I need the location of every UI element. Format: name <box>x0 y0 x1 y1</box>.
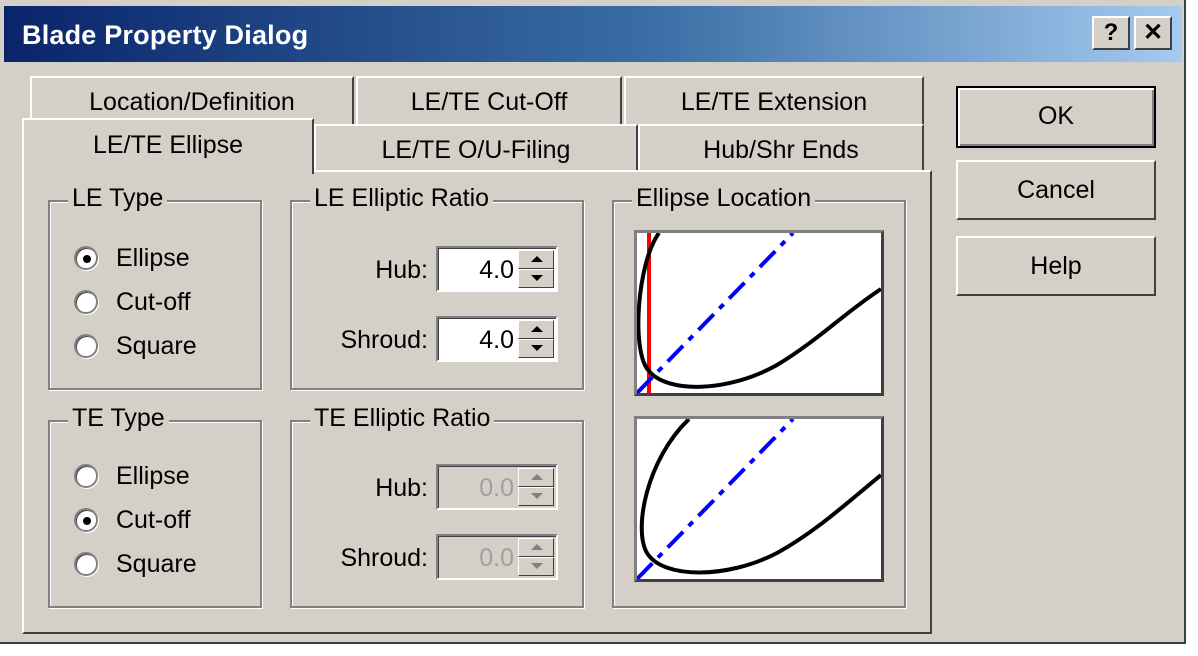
ok-button[interactable]: OK <box>956 86 1156 148</box>
ok-label: OK <box>1037 102 1075 130</box>
tab-le-te-extension[interactable]: LE/TE Extension <box>624 76 924 130</box>
close-button[interactable]: ✕ <box>1134 16 1172 50</box>
tab-label: LE/TE O/U-Filing <box>381 136 571 164</box>
te-ellipse-preview <box>634 416 884 582</box>
le-shroud-value: 4.0 <box>479 326 514 354</box>
chevron-down-icon <box>531 345 543 351</box>
radio-unchecked-icon <box>74 552 98 576</box>
le-type-ellipse-radio[interactable]: Ellipse <box>74 238 190 278</box>
chevron-up-icon <box>531 474 543 480</box>
radio-label: Cut-off <box>116 505 191 534</box>
le-type-square-radio[interactable]: Square <box>74 326 197 366</box>
tab-label: Location/Definition <box>89 88 295 116</box>
help-titlebar-button[interactable]: ? <box>1092 16 1130 50</box>
te-type-title: TE Type <box>68 404 169 433</box>
te-type-cut-off-radio[interactable]: Cut-off <box>74 500 191 540</box>
window-title: Blade Property Dialog <box>22 20 309 50</box>
le-shroud-spinbox[interactable]: 4.0 <box>436 316 558 362</box>
le-ellipse-graphic <box>635 231 883 395</box>
te-shroud-spinbox: 0.0 <box>436 534 558 580</box>
te-hub-spinbox: 0.0 <box>436 464 558 510</box>
chevron-down-icon <box>531 563 543 569</box>
le-type-title: LE Type <box>68 184 168 213</box>
cancel-button[interactable]: Cancel <box>956 160 1156 220</box>
spin-down-button[interactable] <box>518 339 554 358</box>
le-hub-label: Hub: <box>375 256 428 284</box>
radio-checked-icon <box>74 508 98 532</box>
close-icon: ✕ <box>1142 19 1164 46</box>
radio-label: Ellipse <box>116 243 190 272</box>
spin-down-button <box>518 487 554 506</box>
te-type-ellipse-radio[interactable]: Ellipse <box>74 456 190 496</box>
chevron-up-icon <box>531 326 543 332</box>
help-button[interactable]: Help <box>956 236 1156 296</box>
tab-hub-shr-ends[interactable]: Hub/Shr Ends <box>638 124 924 172</box>
spin-down-button <box>518 557 554 576</box>
te-elliptic-ratio-group: TE Elliptic Ratio Hub: 0.0 Shroud: 0.0 <box>290 404 584 608</box>
radio-checked-icon <box>74 246 98 270</box>
tab-le-te-ellipse[interactable]: LE/TE Ellipse <box>22 118 314 174</box>
tab-le-te-ou-filing[interactable]: LE/TE O/U-Filing <box>314 124 638 172</box>
le-elliptic-ratio-group: LE Elliptic Ratio Hub: 4.0 Shroud: 4.0 <box>290 184 584 390</box>
te-type-group: TE Type Ellipse Cut-off Square <box>48 404 262 608</box>
te-elliptic-ratio-title: TE Elliptic Ratio <box>310 404 495 433</box>
radio-label: Cut-off <box>116 287 191 316</box>
te-hub-value: 0.0 <box>479 474 514 502</box>
radio-unchecked-icon <box>74 464 98 488</box>
radio-label: Square <box>116 331 197 360</box>
te-ellipse-graphic <box>635 417 883 581</box>
tab-panel-le-te-ellipse: LE Type Ellipse Cut-off Square TE Type E… <box>22 170 932 634</box>
te-shroud-label: Shroud: <box>340 544 428 572</box>
radio-unchecked-icon <box>74 290 98 314</box>
le-shroud-label: Shroud: <box>340 326 428 354</box>
ellipse-location-group: Ellipse Location <box>612 184 906 608</box>
blade-property-dialog: Blade Property Dialog ? ✕ Location/Defin… <box>0 0 1186 644</box>
le-ellipse-preview <box>634 230 884 396</box>
blade-curve <box>636 231 883 389</box>
le-elliptic-ratio-title: LE Elliptic Ratio <box>310 184 494 213</box>
spin-up-button[interactable] <box>518 250 554 269</box>
question-mark-icon: ? <box>1103 19 1119 46</box>
tab-le-te-cut-off[interactable]: LE/TE Cut-Off <box>356 76 622 130</box>
chevron-down-icon <box>531 493 543 499</box>
ellipse-location-title: Ellipse Location <box>632 184 816 213</box>
radio-label: Square <box>116 549 197 578</box>
spin-up-button <box>518 468 554 487</box>
tab-label: Hub/Shr Ends <box>703 136 859 164</box>
radio-unchecked-icon <box>74 334 98 358</box>
te-hub-label: Hub: <box>375 474 428 502</box>
spin-up-button <box>518 538 554 557</box>
cancel-label: Cancel <box>1017 176 1095 204</box>
le-type-cut-off-radio[interactable]: Cut-off <box>74 282 191 322</box>
radio-label: Ellipse <box>116 461 190 490</box>
blade-curve <box>639 417 883 575</box>
le-hub-value: 4.0 <box>479 256 514 284</box>
title-bar[interactable]: Blade Property Dialog ? ✕ <box>4 6 1182 62</box>
le-type-group: LE Type Ellipse Cut-off Square <box>48 184 262 390</box>
te-type-square-radio[interactable]: Square <box>74 544 197 584</box>
le-hub-spinbox[interactable]: 4.0 <box>436 246 558 292</box>
tab-label: LE/TE Ellipse <box>92 131 244 159</box>
help-label: Help <box>1030 252 1082 280</box>
chevron-down-icon <box>531 275 543 281</box>
spin-down-button[interactable] <box>518 269 554 288</box>
te-shroud-value: 0.0 <box>479 544 514 572</box>
tab-label: LE/TE Extension <box>680 88 868 116</box>
spin-up-button[interactable] <box>518 320 554 339</box>
tab-label: LE/TE Cut-Off <box>410 88 568 116</box>
chevron-up-icon <box>531 544 543 550</box>
chevron-up-icon <box>531 256 543 262</box>
